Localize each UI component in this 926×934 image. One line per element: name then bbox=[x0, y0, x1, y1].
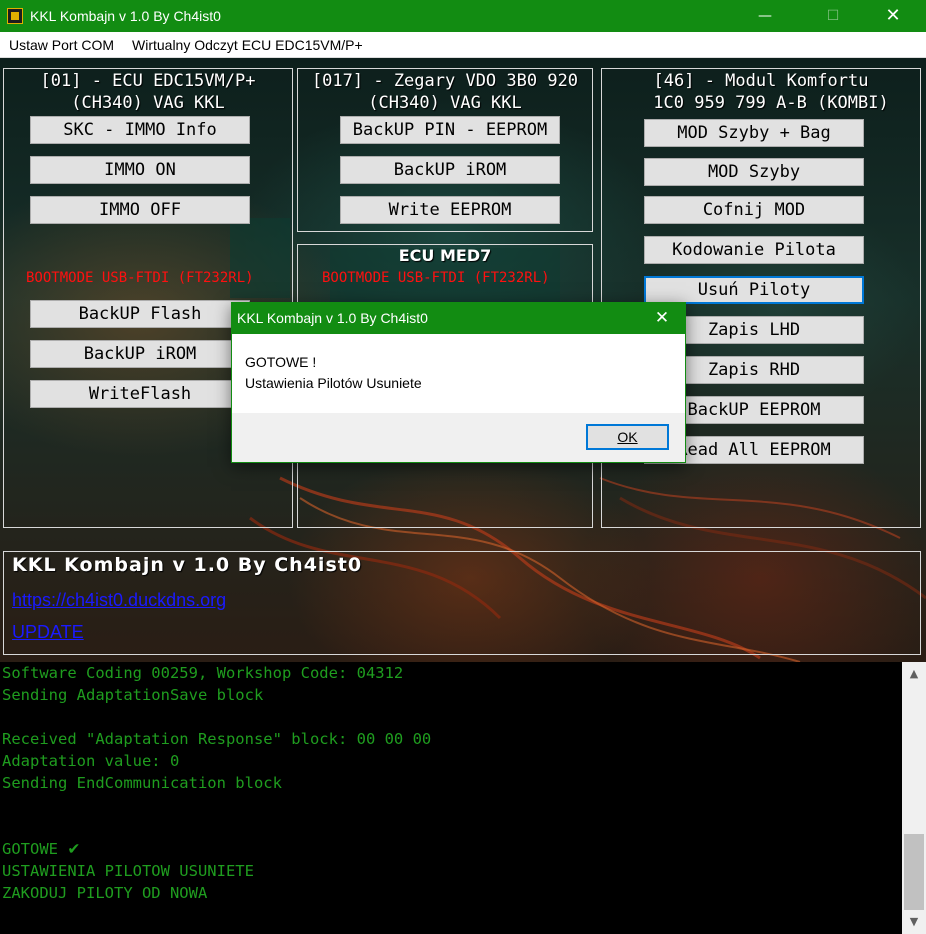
checkmark-icon: ✔ bbox=[67, 840, 81, 858]
immo-off-button[interactable]: IMMO OFF bbox=[30, 196, 250, 224]
app-chip-icon bbox=[7, 8, 23, 24]
console-line: Sending EndCommunication block bbox=[2, 774, 282, 792]
panel-zegary-title-line2: (CH340) VAG KKL bbox=[368, 93, 522, 113]
dialog-title: KKL Kombajn v 1.0 By Ch4ist0 bbox=[237, 310, 428, 326]
console-line: Received "Adaptation Response" block: 00… bbox=[2, 730, 432, 748]
immo-on-button[interactable]: IMMO ON bbox=[30, 156, 250, 184]
console-scrollbar[interactable]: ▲ ▼ bbox=[902, 662, 926, 934]
close-button[interactable]: ✕ bbox=[870, 0, 916, 32]
app-banner-title: KKL Kombajn v 1.0 By Ch4ist0 bbox=[12, 554, 363, 576]
panel-komfort-title-line2: 1C0 959 799 A-B (KOMBI) bbox=[653, 93, 889, 113]
mod-szyby-button[interactable]: MOD Szyby bbox=[644, 158, 864, 186]
skc-immo-info-button[interactable]: SKC - IMMO Info bbox=[30, 116, 250, 144]
window-title: KKL Kombajn v 1.0 By Ch4ist0 bbox=[30, 8, 221, 24]
dialog-body: GOTOWE ! Ustawienia Pilotów Usuniete bbox=[232, 334, 685, 413]
mod-szyby-bag-button[interactable]: MOD Szyby + Bag bbox=[644, 119, 864, 147]
panel-med7-title: ECU MED7 bbox=[398, 246, 492, 265]
dialog-message-line1: GOTOWE ! bbox=[245, 354, 317, 370]
med7-bootmode-label: BOOTMODE USB-FTDI (FT232RL) bbox=[322, 270, 550, 286]
panel-zegary-vdo: [017] - Zegary VDO 3B0 920 (CH340) VAG K… bbox=[297, 68, 593, 232]
dialog-titlebar[interactable]: KKL Kombajn v 1.0 By Ch4ist0 ✕ bbox=[232, 303, 685, 334]
zegary-backup-irom-button[interactable]: BackUP iROM bbox=[340, 156, 560, 184]
ok-button[interactable]: OK bbox=[586, 424, 669, 450]
kodowanie-pilota-button[interactable]: Kodowanie Pilota bbox=[644, 236, 864, 264]
cofnij-mod-button[interactable]: Cofnij MOD bbox=[644, 196, 864, 224]
scroll-down-arrow-icon[interactable]: ▼ bbox=[902, 912, 926, 932]
menu-set-com-port[interactable]: Ustaw Port COM bbox=[9, 37, 114, 53]
ecu-backup-flash-button[interactable]: BackUP Flash bbox=[30, 300, 250, 328]
window-titlebar[interactable]: KKL Kombajn v 1.0 By Ch4ist0 — ☐ ✕ bbox=[0, 0, 926, 32]
console-line-status: GOTOWE ✔ bbox=[2, 840, 80, 862]
menu-virtual-ecu-read[interactable]: Wirtualny Odczyt ECU EDC15VM/P+ bbox=[132, 37, 363, 53]
zegary-backup-pin-eeprom-button[interactable]: BackUP PIN - EEPROM bbox=[340, 116, 560, 144]
usun-piloty-button[interactable]: Usuń Piloty bbox=[644, 276, 864, 304]
dialog-close-button[interactable]: ✕ bbox=[640, 303, 684, 334]
ecu-write-flash-button[interactable]: WriteFlash bbox=[30, 380, 250, 408]
console-line: ZAKODUJ PILOTY OD NOWA bbox=[2, 884, 208, 902]
menu-bar: Ustaw Port COM Wirtualny Odczyt ECU EDC1… bbox=[0, 32, 926, 58]
scroll-up-arrow-icon[interactable]: ▲ bbox=[902, 664, 926, 684]
console-status-text: GOTOWE bbox=[2, 840, 58, 858]
website-link[interactable]: https://ch4ist0.duckdns.org bbox=[12, 590, 226, 611]
console-line: USTAWIENIA PILOTOW USUNIETE bbox=[2, 862, 254, 880]
panel-zegary-title-line1: [017] - Zegary VDO 3B0 920 bbox=[311, 71, 579, 91]
panel-komfort-title-line1: [46] - Modul Komfortu bbox=[653, 71, 869, 91]
panel-ecu-title-line1: [01] - ECU EDC15VM/P+ bbox=[40, 71, 256, 91]
info-panel: KKL Kombajn v 1.0 By Ch4ist0 https://ch4… bbox=[3, 551, 921, 655]
panel-ecu-title-line2: (CH340) VAG KKL bbox=[71, 93, 225, 113]
ecu-backup-irom-button[interactable]: BackUP iROM bbox=[30, 340, 250, 368]
dialog-message-line2: Ustawienia Pilotów Usuniete bbox=[245, 375, 422, 391]
message-dialog: KKL Kombajn v 1.0 By Ch4ist0 ✕ GOTOWE ! … bbox=[231, 302, 686, 463]
console-line: Software Coding 00259, Workshop Code: 04… bbox=[2, 664, 404, 682]
dialog-footer: OK bbox=[232, 413, 685, 462]
console-line: Adaptation value: 0 bbox=[2, 752, 180, 770]
console-line: Sending AdaptationSave block bbox=[2, 686, 264, 704]
zegary-write-eeprom-button[interactable]: Write EEPROM bbox=[340, 196, 560, 224]
console-log[interactable]: Software Coding 00259, Workshop Code: 04… bbox=[0, 662, 902, 934]
maximize-button[interactable]: ☐ bbox=[810, 0, 856, 32]
scrollbar-thumb[interactable] bbox=[904, 834, 924, 910]
minimize-button[interactable]: — bbox=[742, 0, 788, 32]
update-link[interactable]: UPDATE bbox=[12, 622, 84, 643]
ecu-bootmode-label: BOOTMODE USB-FTDI (FT232RL) bbox=[26, 270, 254, 286]
